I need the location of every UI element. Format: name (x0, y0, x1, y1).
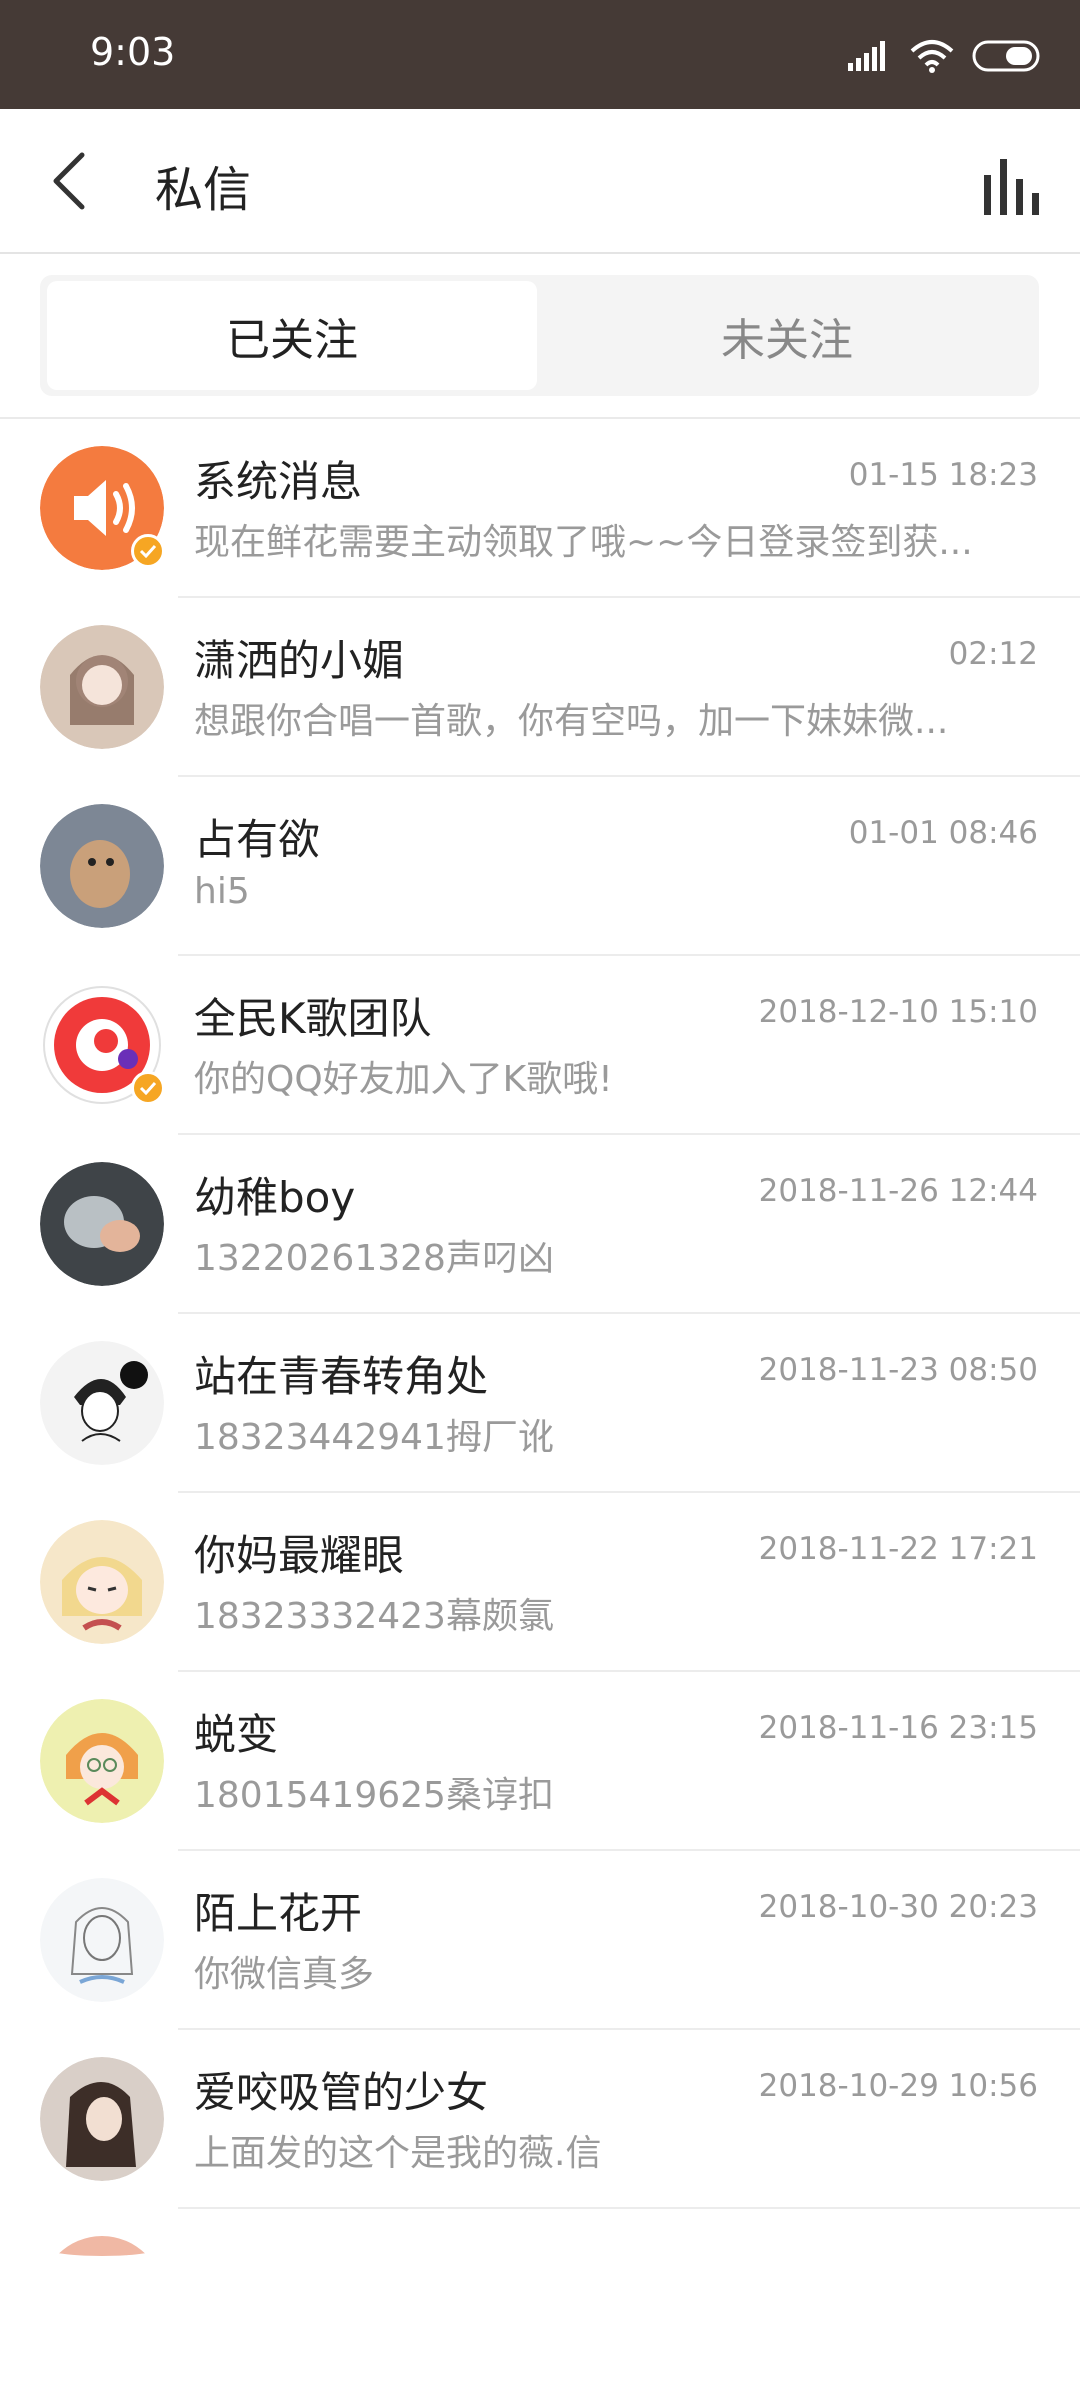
contact-name: 陌上花开 (194, 1889, 363, 1938)
message-row[interactable]: 系统消息 01-15 18:23 现在鲜花需要主动领取了哦~~今日登录签到获..… (0, 419, 1080, 598)
contact-name: 你妈最耀眼 (194, 1531, 405, 1580)
contact-name: 全民K歌团队 (194, 994, 432, 1043)
message-list: 系统消息 01-15 18:23 现在鲜花需要主动领取了哦~~今日登录签到获..… (0, 419, 1080, 2388)
message-time: 2018-11-23 08:50 (758, 1352, 1038, 1388)
contact-name: 潇洒的小媚 (194, 636, 405, 685)
message-time: 2018-12-10 15:10 (758, 994, 1038, 1030)
avatar (40, 1878, 164, 2002)
avatar (40, 1341, 164, 1465)
back-button[interactable] (40, 149, 100, 213)
signal-icon (848, 41, 885, 71)
message-row[interactable]: 幼稚boy 2018-11-26 12:44 13220261328声叼凶 (0, 1135, 1080, 1314)
message-preview: 13220261328声叼凶 (194, 1238, 554, 1279)
app-bar: 私信 (0, 109, 1080, 254)
message-preview: 想跟你合唱一首歌，你有空吗，加一下妹妹微... (194, 701, 949, 742)
contact-name: 站在青春转角处 (194, 1352, 489, 1401)
avatar (40, 1520, 164, 1644)
message-row[interactable]: 站在青春转角处 2018-11-23 08:50 18323442941拇厂讹 (0, 1314, 1080, 1493)
contact-name: 系统消息 (194, 457, 363, 506)
message-row[interactable]: 陌上花开 2018-10-30 20:23 你微信真多 (0, 1851, 1080, 2030)
avatar (40, 2057, 164, 2181)
wifi-icon (910, 40, 954, 73)
page-title: 私信 (155, 162, 252, 218)
message-time: 2018-11-26 12:44 (758, 1173, 1038, 1209)
tab-following[interactable]: 已关注 (47, 281, 537, 390)
avatar (40, 804, 164, 928)
message-time: 2018-11-22 17:21 (758, 1531, 1038, 1567)
message-time: 01-01 08:46 (848, 815, 1038, 851)
message-row[interactable]: 爱咬吸管的少女 2018-10-29 10:56 上面发的这个是我的薇.信 (0, 2030, 1080, 2209)
message-row[interactable]: 潇洒的小媚 02:12 想跟你合唱一首歌，你有空吗，加一下妹妹微... (0, 598, 1080, 777)
message-preview: 你微信真多 (194, 1954, 375, 1995)
message-row[interactable]: 蜕变 2018-11-16 23:15 18015419625桑谆扣 (0, 1672, 1080, 1851)
avatar (40, 1162, 164, 1286)
avatar (40, 2236, 164, 2256)
avatar (40, 625, 164, 749)
message-preview: 你的QQ好友加入了K歌哦! (194, 1059, 613, 1100)
message-preview: 上面发的这个是我的薇.信 (194, 2133, 602, 2174)
message-time: 02:12 (948, 636, 1038, 672)
message-time: 2018-10-29 10:56 (758, 2068, 1038, 2104)
status-bar: 9:03 (0, 0, 1080, 109)
message-preview: 18323332423幕颇氯 (194, 1596, 554, 1637)
stats-button[interactable] (982, 157, 1042, 215)
message-row[interactable]: 占有欲 01-01 08:46 hi5 (0, 777, 1080, 956)
status-icons (848, 36, 1040, 76)
message-row[interactable]: 你妈最耀眼 2018-11-22 17:21 18323332423幕颇氯 (0, 1493, 1080, 1672)
verified-badge-icon (131, 1071, 165, 1105)
contact-name: 幼稚boy (194, 1173, 356, 1222)
message-row[interactable]: 全民K歌团队 2018-12-10 15:10 你的QQ好友加入了K歌哦! (0, 956, 1080, 1135)
battery-icon (972, 40, 1040, 72)
message-preview: 18015419625桑谆扣 (194, 1775, 554, 1816)
message-time: 01-15 18:23 (848, 457, 1038, 493)
status-time: 9:03 (90, 30, 176, 74)
avatar (40, 1699, 164, 1823)
message-preview: 现在鲜花需要主动领取了哦~~今日登录签到获... (194, 522, 973, 563)
tab-not-following[interactable]: 未关注 (542, 281, 1032, 390)
contact-name: 爱咬吸管的少女 (194, 2068, 489, 2117)
message-preview: 18323442941拇厂讹 (194, 1417, 554, 1458)
follow-segment-control: 已关注 未关注 (40, 275, 1039, 396)
message-time: 2018-11-16 23:15 (758, 1710, 1038, 1746)
contact-name: 占有欲 (194, 815, 321, 864)
verified-badge-icon (131, 534, 165, 568)
message-row-partial[interactable] (0, 2209, 1080, 2388)
message-time: 2018-10-30 20:23 (758, 1889, 1038, 1925)
back-arrow-icon (53, 152, 85, 210)
contact-name: 蜕变 (194, 1710, 279, 1759)
bar-chart-icon (984, 159, 1039, 215)
message-preview: hi5 (194, 871, 250, 912)
